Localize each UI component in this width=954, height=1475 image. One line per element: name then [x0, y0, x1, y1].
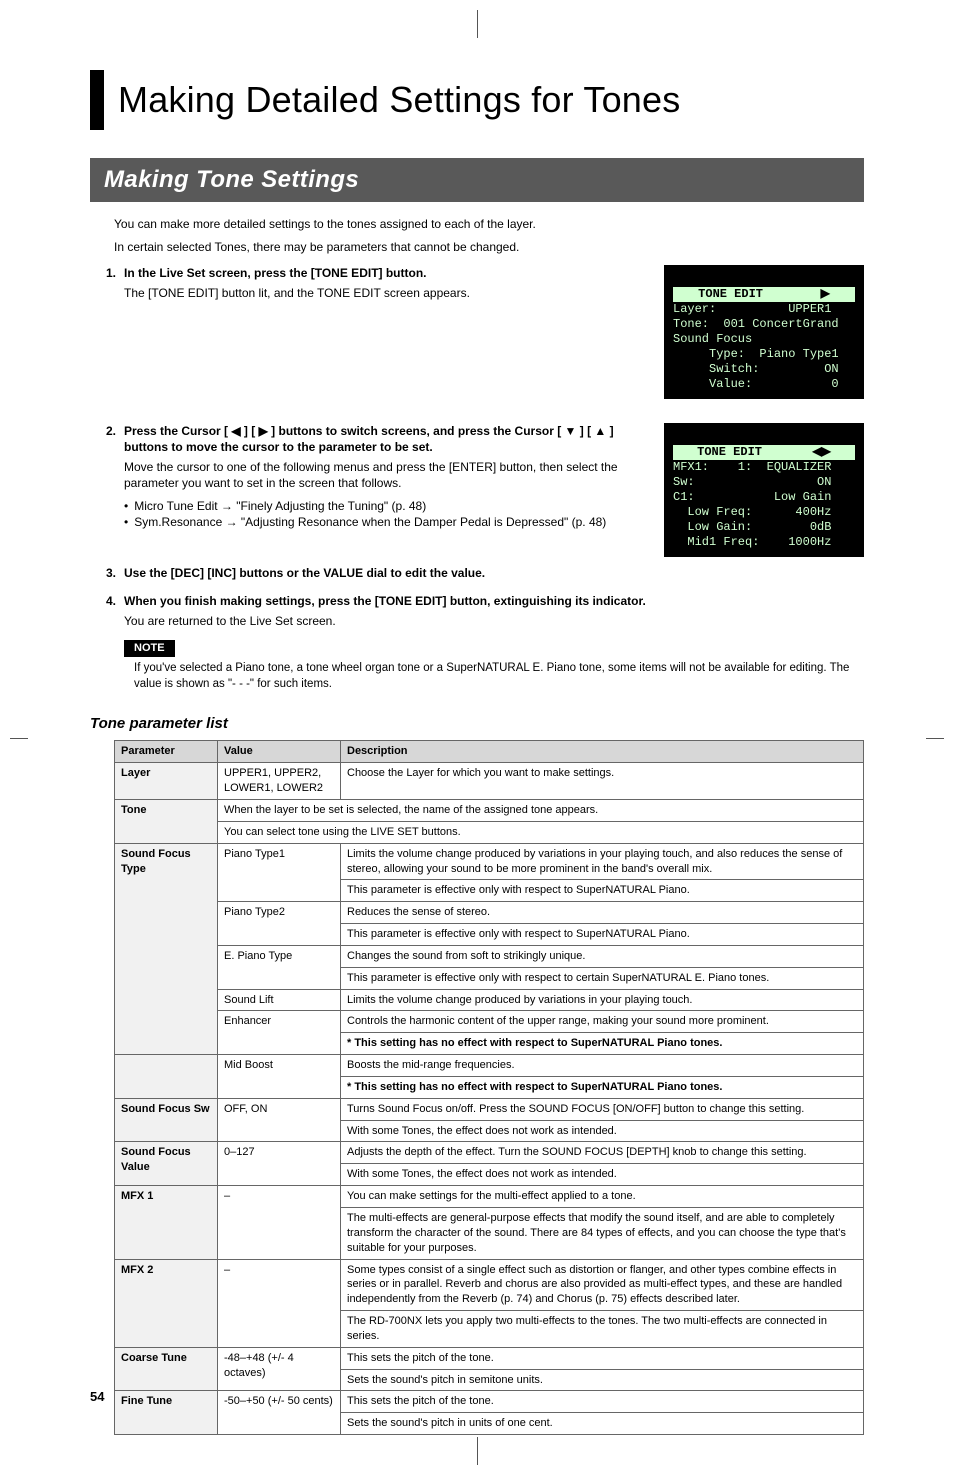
page-number: 54 [90, 1388, 104, 1406]
param-cell: MFX 2 [115, 1259, 218, 1347]
param-cell: Tone [115, 799, 218, 843]
value-cell: -48–+48 (+/- 4 octaves) [218, 1347, 341, 1391]
param-cell: MFX 1 [115, 1186, 218, 1259]
value-cell: Piano Type2 [218, 902, 341, 946]
step-number: 3. [90, 565, 116, 585]
desc-cell: With some Tones, the effect does not wor… [341, 1120, 864, 1142]
subhead-tone-parameter-list: Tone parameter list [90, 714, 864, 734]
lcd1-title: TONE EDIT ▶ [673, 287, 855, 302]
desc-cell: This parameter is effective only with re… [341, 880, 864, 902]
value-cell: Mid Boost [218, 1055, 341, 1099]
crop-mark-bottom [457, 1437, 497, 1465]
step-number: 4. [90, 593, 116, 629]
desc-cell: Adjusts the depth of the effect. Turn th… [341, 1142, 864, 1164]
desc-cell: With some Tones, the effect does not wor… [341, 1164, 864, 1186]
table-header: Description [341, 741, 864, 763]
step2-head: Press the Cursor [ ◀ ] [ ▶ ] buttons to … [124, 423, 650, 455]
desc-cell: When the layer to be set is selected, th… [218, 799, 864, 821]
step-number: 1. [90, 265, 116, 399]
param-cell-cont [115, 1055, 218, 1099]
lcd-screen-1: TONE EDIT ▶ Layer: UPPER1 Tone: 001 Conc… [664, 265, 864, 399]
lcd2-line: Low Gain: 0dB [673, 520, 831, 534]
lcd2-line: MFX1: 1: EQUALIZER [673, 460, 831, 474]
desc-cell: Sets the sound's pitch in units of one c… [341, 1413, 864, 1435]
lcd1-line: Switch: ON [673, 362, 839, 376]
side-tick-right [926, 738, 944, 739]
step3-head: Use the [DEC] [INC] buttons or the VALUE… [124, 565, 864, 581]
lcd2-title: TONE EDIT ◀▶ [673, 445, 855, 460]
lcd2-line: Low Freq: 400Hz [673, 505, 831, 519]
side-tick-left [10, 738, 28, 739]
desc-cell: Controls the harmonic content of the upp… [341, 1011, 864, 1033]
desc-cell: This parameter is effective only with re… [341, 924, 864, 946]
step1-body: The [TONE EDIT] button lit, and the TONE… [124, 285, 650, 301]
lcd1-line: Tone: 001 ConcertGrand [673, 317, 839, 331]
value-cell: E. Piano Type [218, 945, 341, 989]
tone-parameter-table: Parameter Value Description Layer UPPER1… [114, 740, 864, 1435]
step-number: 2. [90, 423, 116, 557]
value-cell: UPPER1, UPPER2, LOWER1, LOWER2 [218, 763, 341, 800]
step2-bullet: Sym.Resonance → "Adjusting Resonance whe… [124, 514, 650, 530]
intro-line-1: You can make more detailed settings to t… [114, 216, 864, 232]
lcd2-line: C1: Low Gain [673, 490, 831, 504]
note-text: If you've selected a Piano tone, a tone … [124, 661, 864, 692]
value-cell: -50–+50 (+/- 50 cents) [218, 1391, 341, 1435]
note-tag: NOTE [124, 640, 175, 657]
desc-cell: Reduces the sense of stereo. [341, 902, 864, 924]
step4-body: You are returned to the Live Set screen. [124, 613, 864, 629]
desc-cell: The multi-effects are general-purpose ef… [341, 1208, 864, 1260]
step4-head: When you finish making settings, press t… [124, 593, 864, 609]
value-cell: Enhancer [218, 1011, 341, 1055]
lcd1-line: Sound Focus [673, 332, 752, 346]
section-heading: Making Tone Settings [90, 158, 864, 202]
value-cell: Sound Lift [218, 989, 341, 1011]
desc-cell: * This setting has no effect with respec… [341, 1033, 864, 1055]
desc-cell: Turns Sound Focus on/off. Press the SOUN… [341, 1098, 864, 1120]
desc-cell: Some types consist of a single effect su… [341, 1259, 864, 1311]
lcd2-line: Mid1 Freq: 1000Hz [673, 535, 831, 549]
value-cell: Piano Type1 [218, 843, 341, 902]
table-header: Parameter [115, 741, 218, 763]
crop-mark-top [457, 10, 497, 38]
desc-cell: You can make settings for the multi-effe… [341, 1186, 864, 1208]
desc-cell: Limits the volume change produced by var… [341, 989, 864, 1011]
step1-head: In the Live Set screen, press the [TONE … [124, 265, 650, 281]
lcd1-line: Value: 0 [673, 377, 839, 391]
param-cell: Fine Tune [115, 1391, 218, 1435]
step2-body: Move the cursor to one of the following … [124, 459, 650, 491]
desc-cell: * This setting has no effect with respec… [341, 1076, 864, 1098]
desc-cell: Limits the volume change produced by var… [341, 843, 864, 880]
step2-bullet: Micro Tune Edit → "Finely Adjusting the … [124, 498, 650, 514]
lcd1-line: Type: Piano Type1 [673, 347, 839, 361]
lcd2-line: Sw: ON [673, 475, 831, 489]
param-cell: Sound Focus Sw [115, 1098, 218, 1142]
value-cell: – [218, 1259, 341, 1347]
param-cell: Coarse Tune [115, 1347, 218, 1391]
desc-cell: This sets the pitch of the tone. [341, 1347, 864, 1369]
param-cell: Layer [115, 763, 218, 800]
desc-cell: Choose the Layer for which you want to m… [341, 763, 864, 800]
value-cell: 0–127 [218, 1142, 341, 1186]
desc-cell: Boosts the mid-range frequencies. [341, 1055, 864, 1077]
value-cell: – [218, 1186, 341, 1259]
desc-cell: This parameter is effective only with re… [341, 967, 864, 989]
param-cell: Sound Focus Type [115, 843, 218, 1054]
desc-cell: Sets the sound's pitch in semitone units… [341, 1369, 864, 1391]
intro-line-2: In certain selected Tones, there may be … [114, 239, 864, 255]
lcd-screen-2: TONE EDIT ◀▶ MFX1: 1: EQUALIZER Sw: ON C… [664, 423, 864, 557]
desc-cell: The RD-700NX lets you apply two multi-ef… [341, 1311, 864, 1348]
desc-cell: This sets the pitch of the tone. [341, 1391, 864, 1413]
lcd1-line: Layer: UPPER1 [673, 302, 831, 316]
page-title: Making Detailed Settings for Tones [118, 76, 680, 125]
desc-cell: You can select tone using the LIVE SET b… [218, 821, 864, 843]
title-bar [90, 70, 104, 130]
value-cell: OFF, ON [218, 1098, 341, 1142]
desc-cell: Changes the sound from soft to strikingl… [341, 945, 864, 967]
param-cell: Sound Focus Value [115, 1142, 218, 1186]
table-header: Value [218, 741, 341, 763]
